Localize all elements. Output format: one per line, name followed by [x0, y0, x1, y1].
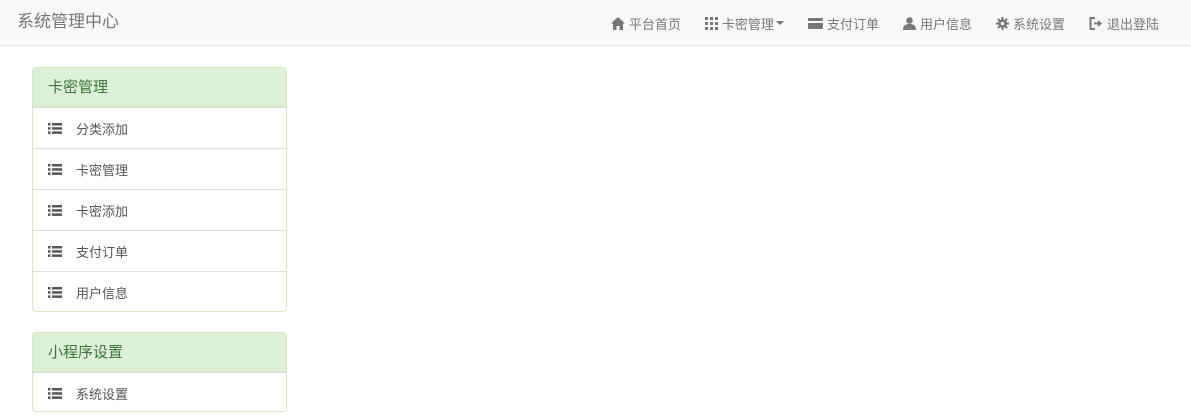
sidebar-item-label: 支付订单	[76, 245, 129, 261]
panel-title: 小程序设置	[33, 333, 286, 372]
nav-item-label: 退出登陆	[1106, 17, 1159, 33]
sidebar-item-label: 系统设置	[76, 387, 129, 403]
sidebar-item-card-add[interactable]: 卡密添加	[33, 189, 286, 230]
nav-item-card-management[interactable]: 卡密管理	[693, 0, 796, 46]
list-icon	[48, 286, 62, 298]
gear-icon	[995, 16, 1009, 30]
chevron-down-icon	[775, 21, 784, 25]
nav-item-user-info[interactable]: 用户信息	[891, 0, 984, 46]
top-nav-menu: 平台首页 卡密管理 支付订单 用户信息 系统设置 退出登陆	[599, 0, 1171, 46]
nav-item-label: 卡密管理	[721, 17, 774, 33]
credit-card-icon	[807, 17, 823, 29]
nav-item-logout[interactable]: 退出登陆	[1077, 0, 1171, 46]
nav-item-label: 支付订单	[826, 17, 879, 33]
panel-title: 卡密管理	[33, 68, 286, 107]
sidebar-item-label: 用户信息	[76, 286, 129, 302]
home-icon	[610, 16, 625, 30]
list-icon	[48, 387, 62, 399]
sidebar-item-label: 卡密管理	[76, 163, 129, 179]
nav-item-label: 用户信息	[919, 17, 972, 33]
user-icon	[902, 16, 916, 30]
nav-item-label: 系统设置	[1012, 17, 1065, 33]
list-icon	[48, 204, 62, 216]
sidebar-item-category-add[interactable]: 分类添加	[33, 107, 286, 148]
sidebar-item-card-management[interactable]: 卡密管理	[33, 148, 286, 189]
sidebar-item-label: 卡密添加	[76, 204, 129, 220]
sidebar-panel-card-management: 卡密管理 分类添加 卡密管理 卡密添加 支付订单 用户信息	[32, 67, 287, 312]
list-icon	[48, 122, 62, 134]
sidebar-item-payment-orders[interactable]: 支付订单	[33, 230, 286, 271]
nav-item-label: 平台首页	[628, 17, 681, 33]
grid-icon	[704, 16, 718, 30]
brand-title[interactable]: 系统管理中心	[17, 11, 119, 33]
nav-item-system-settings[interactable]: 系统设置	[984, 0, 1077, 46]
sidebar-item-system-settings[interactable]: 系统设置	[33, 372, 286, 411]
sidebar-item-user-info[interactable]: 用户信息	[33, 271, 286, 311]
sidebar-item-label: 分类添加	[76, 122, 129, 138]
top-navbar: 系统管理中心 平台首页 卡密管理 支付订单 用户信息 系统设置 退出登陆	[0, 0, 1191, 46]
nav-item-payment-orders[interactable]: 支付订单	[796, 0, 891, 46]
logout-icon	[1089, 16, 1102, 30]
list-icon	[48, 245, 62, 257]
sidebar-panel-miniprogram-settings: 小程序设置 系统设置	[32, 332, 287, 412]
nav-item-home[interactable]: 平台首页	[599, 0, 693, 46]
list-icon	[48, 163, 62, 175]
